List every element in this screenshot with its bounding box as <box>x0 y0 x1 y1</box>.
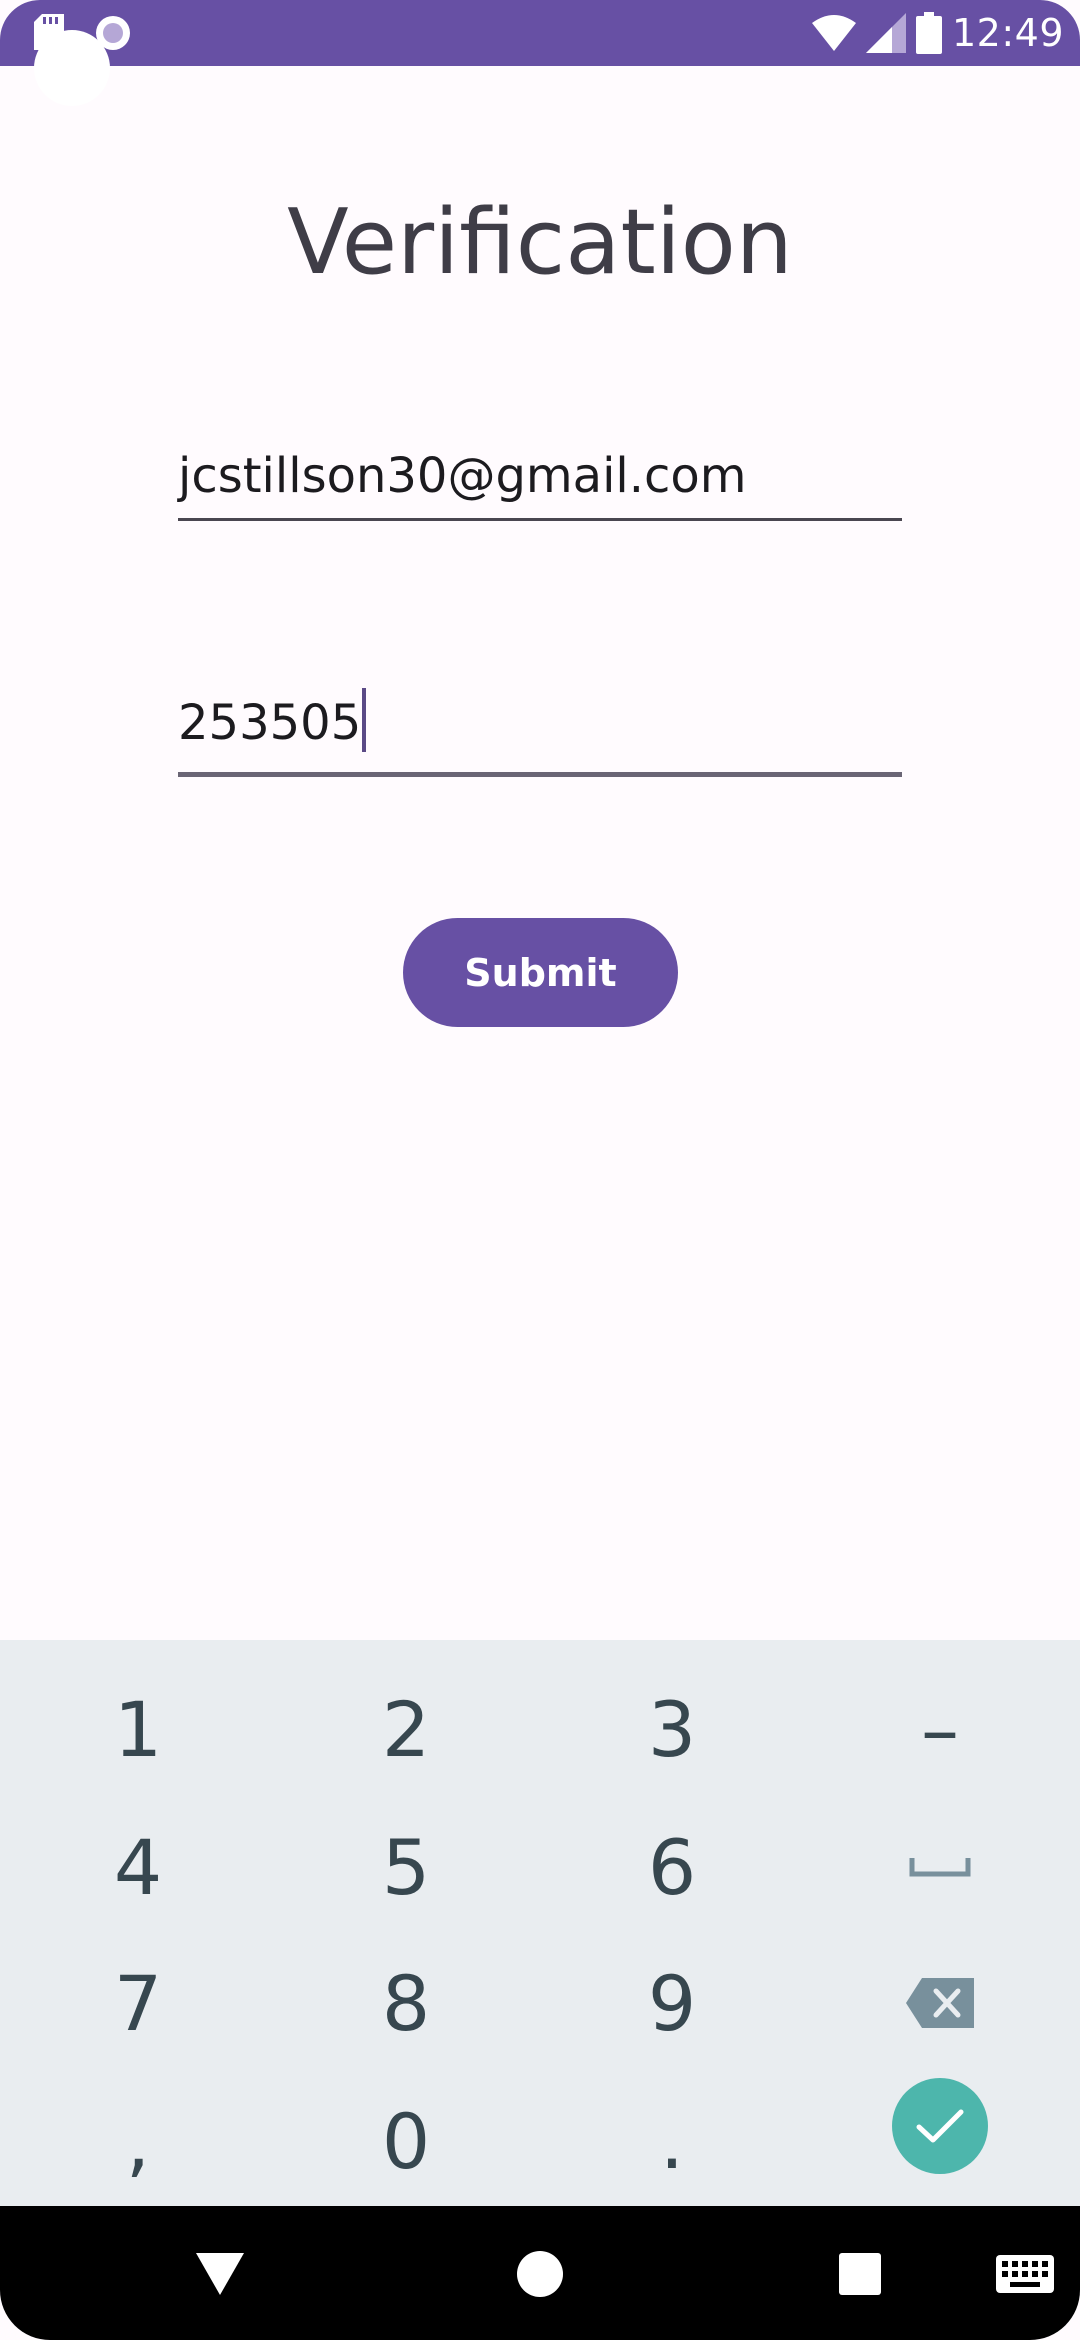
recents-icon <box>839 2253 881 2295</box>
key-backspace[interactable] <box>840 1938 1040 2068</box>
status-time: 12:49 <box>951 11 1064 55</box>
email-field[interactable]: jcstillson30@gmail.com <box>178 448 902 521</box>
keyboard-switch-button[interactable] <box>990 2246 1060 2302</box>
space-icon <box>909 1858 971 1877</box>
verification-code-field[interactable]: 253505 <box>178 688 902 777</box>
recents-button[interactable] <box>830 2244 890 2304</box>
numeric-keyboard: 1 2 3 – 4 5 6 7 8 9 , 0 . <box>0 1640 1080 2206</box>
text-cursor <box>362 688 367 752</box>
key-space[interactable] <box>840 1802 1040 1932</box>
wifi-icon <box>811 15 856 51</box>
email-underline <box>178 518 902 521</box>
code-value: 253505 <box>178 695 362 751</box>
key-5[interactable]: 5 <box>306 1802 506 1932</box>
back-icon <box>196 2253 244 2295</box>
submit-button[interactable]: Submit <box>403 918 678 1027</box>
key-7[interactable]: 7 <box>38 1938 238 2068</box>
navigation-bar <box>0 2206 1080 2340</box>
key-6[interactable]: 6 <box>572 1802 772 1932</box>
page-title: Verification <box>287 190 793 295</box>
key-period[interactable]: . <box>572 2076 772 2206</box>
status-right-icons: 12:49 <box>811 6 1064 60</box>
status-bar: 12:49 <box>0 0 1080 66</box>
battery-icon <box>915 12 942 54</box>
code-underline <box>178 772 902 777</box>
camera-cutout <box>34 30 110 106</box>
key-dash[interactable]: – <box>840 1664 1040 1794</box>
home-button[interactable] <box>510 2244 570 2304</box>
key-4[interactable]: 4 <box>38 1802 238 1932</box>
key-2[interactable]: 2 <box>306 1664 506 1794</box>
key-8[interactable]: 8 <box>306 1938 506 2068</box>
key-comma[interactable]: , <box>38 2076 238 2206</box>
key-1[interactable]: 1 <box>38 1664 238 1794</box>
key-9[interactable]: 9 <box>572 1938 772 2068</box>
back-button[interactable] <box>190 2244 250 2304</box>
done-key[interactable] <box>892 2078 988 2174</box>
home-icon <box>517 2251 563 2297</box>
keyboard-switch-icon <box>996 2255 1054 2293</box>
done-icon <box>916 2109 964 2143</box>
signal-icon <box>865 13 906 53</box>
key-3[interactable]: 3 <box>572 1664 772 1794</box>
key-0[interactable]: 0 <box>306 2076 506 2206</box>
code-value-wrap: 253505 <box>178 688 902 758</box>
backspace-icon <box>906 1978 974 2028</box>
email-value: jcstillson30@gmail.com <box>178 448 747 504</box>
